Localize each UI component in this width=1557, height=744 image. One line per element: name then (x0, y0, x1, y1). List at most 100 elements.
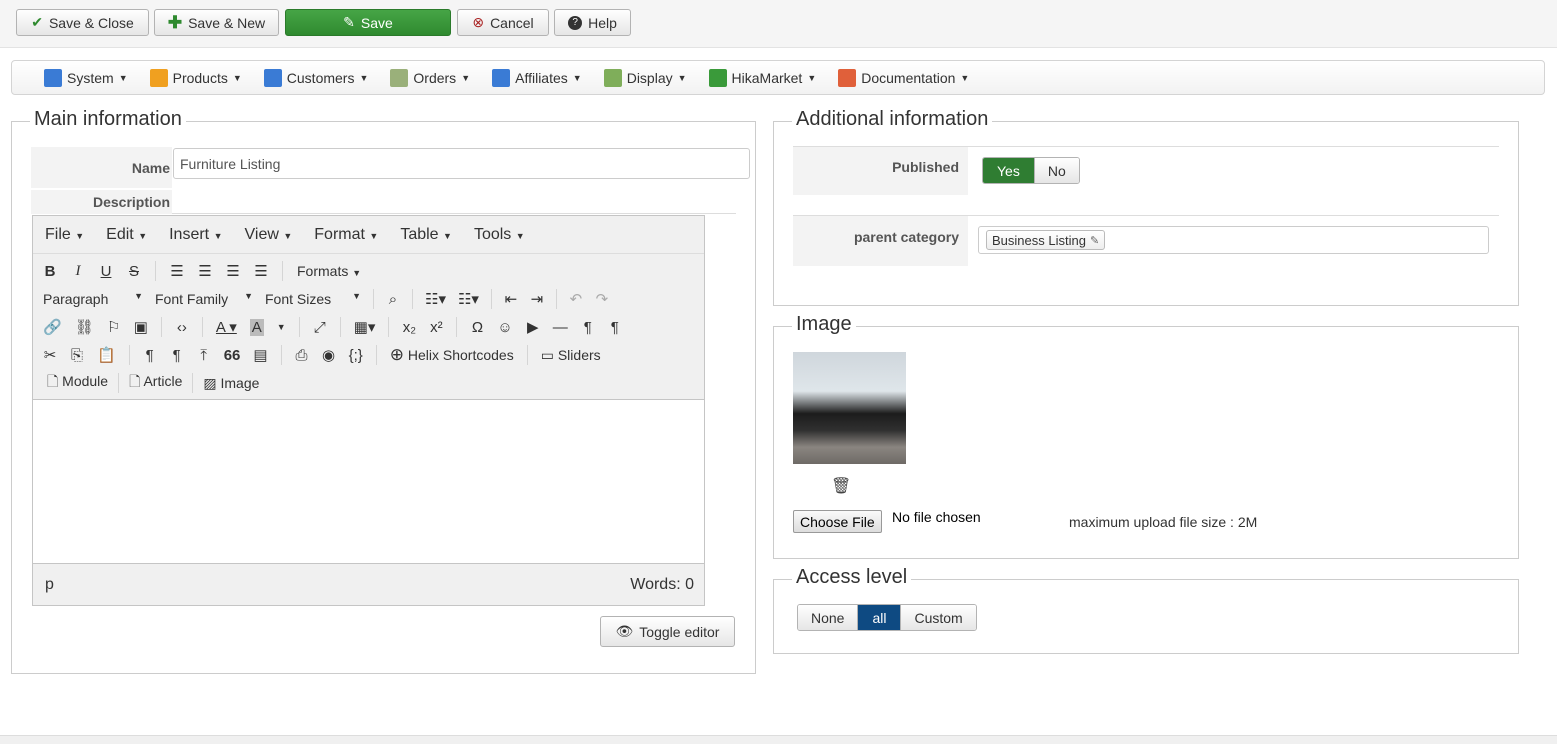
menu-products[interactable]: Products ▼ (149, 68, 242, 87)
menu-system[interactable]: System ▼ (44, 68, 128, 87)
template-icon[interactable]: ▤ (253, 346, 267, 364)
hikamarket-icon (708, 68, 727, 87)
menu-customers[interactable]: Customers ▼ (263, 68, 368, 87)
align-center-icon[interactable]: ☰ (198, 262, 212, 280)
paste-icon[interactable]: 📋 (97, 346, 116, 364)
element-path: p (45, 575, 54, 593)
font-family-dropdown[interactable]: Font Family ▼ (155, 291, 253, 307)
text-color-icon[interactable]: A ▾ (216, 318, 237, 336)
copy-icon[interactable]: ⎘ (70, 347, 84, 364)
sliders-icon: ▭ (540, 346, 554, 363)
unlink-icon[interactable]: ⛓ (75, 318, 94, 336)
outdent-icon[interactable]: ⇤ (504, 290, 518, 308)
editor-menu-format[interactable]: Format ▼ (314, 226, 378, 244)
menu-hikamarket[interactable]: HikaMarket ▼ (708, 68, 816, 87)
editor-menu-view[interactable]: View ▼ (245, 226, 293, 244)
bold-icon[interactable]: B (43, 263, 57, 280)
paragraph-label: Paragraph (43, 291, 109, 307)
published-no[interactable]: No (1034, 158, 1079, 183)
formats-dropdown[interactable]: Formats ▼ (297, 263, 361, 279)
media-icon[interactable]: ▶ (526, 318, 540, 336)
find-replace-icon[interactable]: ⌕ (386, 291, 400, 308)
affiliates-icon (492, 68, 511, 87)
save-button[interactable]: ✎ Save (285, 9, 451, 36)
menu-display[interactable]: Display ▼ (603, 68, 687, 87)
emoticons-icon[interactable]: ☺ (497, 319, 512, 336)
fullscreen-icon[interactable]: ⤢ (313, 319, 327, 336)
separator (526, 345, 528, 365)
caret-icon[interactable]: ▼ (277, 322, 286, 332)
align-right-icon[interactable]: ☰ (226, 262, 240, 280)
menu-affiliates[interactable]: Affiliates ▼ (492, 68, 582, 87)
cancel-button[interactable]: ⊗ Cancel (457, 9, 549, 36)
save-new-button[interactable]: ✚ Save & New (154, 9, 279, 36)
show-blocks-icon[interactable]: ¶ (143, 347, 157, 364)
bottom-bar (0, 735, 1557, 744)
separator (373, 289, 374, 309)
visual-chars-icon[interactable]: ¶ (170, 347, 184, 364)
bullet-list-icon[interactable]: ☷▾ (425, 290, 446, 308)
sliders-button[interactable]: ▭ Sliders (541, 347, 601, 364)
help-button[interactable]: ? Help (554, 9, 631, 36)
menu-orders[interactable]: Orders ▼ (390, 68, 470, 87)
file-plus-icon: 🗋 (47, 373, 59, 389)
print-icon[interactable]: ⎙ (295, 347, 309, 364)
blockquote-icon[interactable]: 66 (224, 347, 241, 364)
numbered-list-icon[interactable]: ☷▾ (458, 290, 479, 308)
special-character-icon[interactable]: Ω (470, 319, 484, 336)
insert-icon[interactable]: ⤒ (197, 347, 211, 364)
align-left-icon[interactable]: ☰ (170, 262, 184, 280)
font-sizes-dropdown[interactable]: Font Sizes ▼ (265, 291, 361, 307)
paragraph-dropdown[interactable]: Paragraph ▼ (43, 291, 143, 307)
help-icon: ? (568, 15, 583, 30)
category-tag[interactable]: Business Listing ✎ (986, 230, 1106, 250)
editor-menu-file[interactable]: File ▼ (45, 226, 84, 244)
separator (160, 317, 162, 337)
link-icon[interactable]: 🔗 (43, 318, 62, 336)
underline-icon[interactable]: U (99, 263, 113, 280)
editor-menu-insert[interactable]: Insert ▼ (169, 226, 222, 244)
preview-icon[interactable]: ◉ (322, 346, 336, 364)
users-icon (263, 68, 282, 87)
superscript-icon[interactable]: x² (429, 319, 443, 336)
editor-content-area[interactable] (33, 400, 704, 563)
parent-category-input[interactable]: Business Listing ✎ (978, 226, 1489, 254)
table-icon[interactable]: ▦▾ (354, 318, 376, 336)
access-all[interactable]: all (858, 605, 902, 630)
editor-menu-tools[interactable]: Tools ▼ (474, 226, 525, 244)
word-count: Words: 0 (630, 575, 694, 593)
code-icon[interactable]: ‹› (175, 319, 189, 336)
trash-icon[interactable]: 🗑 (831, 476, 851, 496)
strikethrough-icon[interactable]: S (127, 263, 141, 280)
save-close-button[interactable]: ✔ Save & Close (16, 9, 149, 36)
cut-icon[interactable]: ✂ (43, 346, 57, 364)
image-button[interactable]: ▨ Image (203, 375, 259, 392)
background-color-icon[interactable]: A (249, 318, 264, 336)
pencil-icon[interactable]: ✎ (1090, 234, 1099, 247)
name-input[interactable] (173, 148, 750, 179)
helix-shortcodes-button[interactable]: ⊕ Helix Shortcodes (390, 345, 514, 365)
module-button[interactable]: 🗋 Module (47, 371, 108, 395)
menu-documentation[interactable]: Documentation ▼ (838, 68, 969, 87)
redo-icon[interactable]: ↷ (595, 290, 609, 308)
published-yes[interactable]: Yes (983, 158, 1035, 183)
separator (280, 345, 282, 365)
bookmark-icon[interactable]: ⚐ (107, 318, 121, 336)
code-sample-icon[interactable]: {;} (349, 347, 363, 364)
undo-icon[interactable]: ↶ (569, 290, 583, 308)
rtl-icon[interactable]: ¶ (608, 319, 622, 336)
access-none[interactable]: None (798, 605, 859, 630)
editor-menu-edit[interactable]: Edit ▼ (106, 226, 147, 244)
italic-icon[interactable]: I (71, 263, 85, 280)
horizontal-rule-icon[interactable]: — (553, 319, 568, 336)
indent-icon[interactable]: ⇥ (530, 290, 544, 308)
toggle-editor-button[interactable]: 👁 Toggle editor (600, 616, 735, 647)
subscript-icon[interactable]: x₂ (402, 319, 416, 336)
choose-file-button[interactable]: Choose File (793, 510, 882, 533)
editor-menu-table[interactable]: Table ▼ (400, 226, 452, 244)
image-icon[interactable]: ▣ (134, 318, 148, 336)
access-custom[interactable]: Custom (901, 605, 976, 630)
ltr-icon[interactable]: ¶ (581, 319, 595, 336)
align-justify-icon[interactable]: ☰ (254, 262, 268, 280)
article-button[interactable]: 🗋 Article (129, 371, 182, 395)
